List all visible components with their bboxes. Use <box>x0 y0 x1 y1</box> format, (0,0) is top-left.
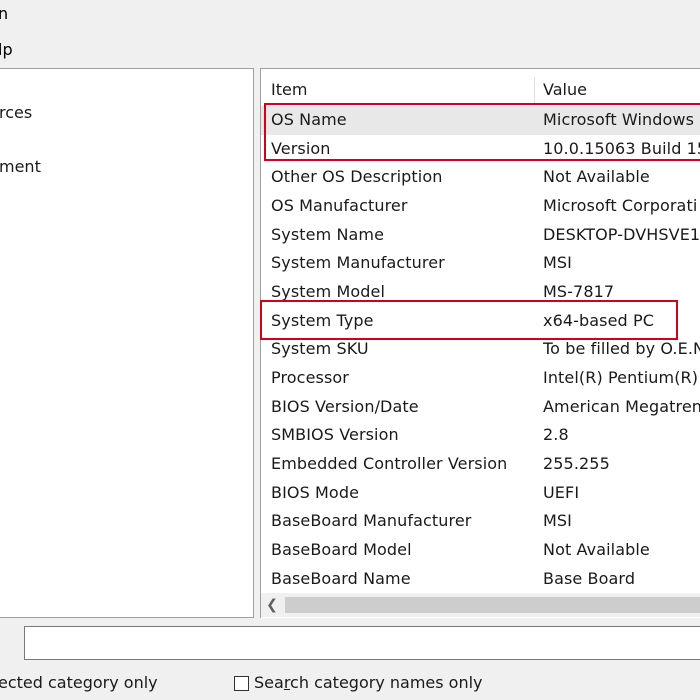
row-item-cell: System Model <box>271 281 385 301</box>
menu-item-help[interactable]: lp <box>0 40 13 60</box>
row-value-cell: MS-7817 <box>543 281 615 301</box>
search-category-names-option[interactable]: Search category names only <box>234 672 483 694</box>
search-selected-category-label[interactable]: ected category only <box>0 672 158 694</box>
search-category-names-checkbox[interactable] <box>234 675 249 691</box>
table-row[interactable]: Other OS Description Not Available <box>261 163 700 192</box>
table-row[interactable]: System Type x64-based PC <box>261 307 700 336</box>
row-item-cell: Version <box>271 138 331 158</box>
table-row[interactable]: BaseBoard Manufacturer MSI <box>261 507 700 536</box>
column-divider[interactable] <box>534 77 535 104</box>
table-row[interactable]: Processor Intel(R) Pentium(R) C <box>261 364 700 393</box>
row-value-cell: MSI <box>543 511 572 531</box>
table-row[interactable]: BaseBoard Name Base Board <box>261 565 700 594</box>
table-row[interactable]: OS Manufacturer Microsoft Corporati <box>261 192 700 221</box>
row-value-cell: Base Board <box>543 568 636 588</box>
row-item-cell: System Type <box>271 310 374 330</box>
row-item-cell: BIOS Version/Date <box>271 396 419 416</box>
scroll-left-icon[interactable]: ❮ <box>261 593 283 617</box>
menu-item-view[interactable]: n <box>0 4 8 24</box>
row-value-cell: Microsoft Windows <box>543 110 695 129</box>
table-row[interactable]: System Model MS-7817 <box>261 278 700 307</box>
table-row[interactable]: SMBIOS Version 2.8 <box>261 421 700 450</box>
category-tree[interactable]: rces ment <box>0 68 254 618</box>
row-value-cell: UEFI <box>543 482 580 502</box>
row-item-cell: BIOS Mode <box>271 482 360 502</box>
row-item-cell: System Manufacturer <box>271 253 445 273</box>
column-header-item[interactable]: Item <box>271 73 307 106</box>
row-item-cell: BaseBoard Manufacturer <box>271 511 472 531</box>
row-item-cell: System Name <box>271 224 385 244</box>
row-item-cell: BaseBoard Name <box>271 568 411 588</box>
row-value-cell: Intel(R) Pentium(R) C <box>543 367 700 387</box>
row-item-cell: BaseBoard Model <box>271 539 412 559</box>
list-rows: OS Name Microsoft Windows Version 10.0.1506… <box>261 106 700 593</box>
find-what-input[interactable] <box>24 626 700 660</box>
row-value-cell: MSI <box>543 253 572 273</box>
row-value-cell: DESKTOP-DVHSVE1 <box>543 224 700 244</box>
search-category-names-label[interactable]: Search category names only <box>254 672 483 694</box>
table-row[interactable]: System Name DESKTOP-DVHSVE1 <box>261 221 700 250</box>
table-row[interactable]: BaseBoard Model Not Available <box>261 536 700 565</box>
row-value-cell: 2.8 <box>543 425 569 445</box>
row-item-cell: Processor <box>271 367 349 387</box>
table-row[interactable]: Version 10.0.15063 Build 150 <box>261 135 700 164</box>
column-header-value[interactable]: Value <box>543 73 587 106</box>
tree-item-resources[interactable]: rces <box>0 103 32 123</box>
row-item-cell: SMBIOS Version <box>271 425 399 445</box>
tree-item-environment[interactable]: ment <box>0 157 41 177</box>
row-value-cell: Not Available <box>543 539 650 559</box>
row-value-cell: To be filled by O.E.N <box>543 339 700 359</box>
table-row[interactable]: System Manufacturer MSI <box>261 249 700 278</box>
table-row[interactable]: BIOS Mode UEFI <box>261 479 700 508</box>
row-value-cell: 255.255 <box>543 453 610 473</box>
details-list[interactable]: Item Value OS Name Microsoft Windows Versi… <box>260 68 700 618</box>
row-value-cell: Not Available <box>543 167 650 187</box>
row-value-cell: x64-based PC <box>543 310 655 330</box>
row-item-cell: OS Manufacturer <box>271 195 408 215</box>
row-item-cell: Embedded Controller Version <box>271 453 508 473</box>
table-row[interactable]: System SKU To be filled by O.E.N <box>261 335 700 364</box>
scroll-thumb[interactable] <box>285 597 700 613</box>
table-row[interactable]: BIOS Version/Date American Megatren <box>261 393 700 422</box>
system-information-window: n lp rces ment Item Value OS Name Microso… <box>0 0 700 700</box>
table-row[interactable]: OS Name Microsoft Windows <box>261 106 700 135</box>
horizontal-scrollbar[interactable]: ❮ <box>260 593 700 617</box>
row-value-cell: Microsoft Corporati <box>543 195 698 215</box>
table-row[interactable]: Embedded Controller Version 255.255 <box>261 450 700 479</box>
row-item-cell: System SKU <box>271 339 369 359</box>
row-value-cell: American Megatren <box>543 396 700 416</box>
row-value-cell: 10.0.15063 Build 150 <box>543 138 700 158</box>
row-item-cell: OS Name <box>271 110 347 129</box>
list-header: Item Value <box>261 73 700 106</box>
row-item-cell: Other OS Description <box>271 167 443 187</box>
